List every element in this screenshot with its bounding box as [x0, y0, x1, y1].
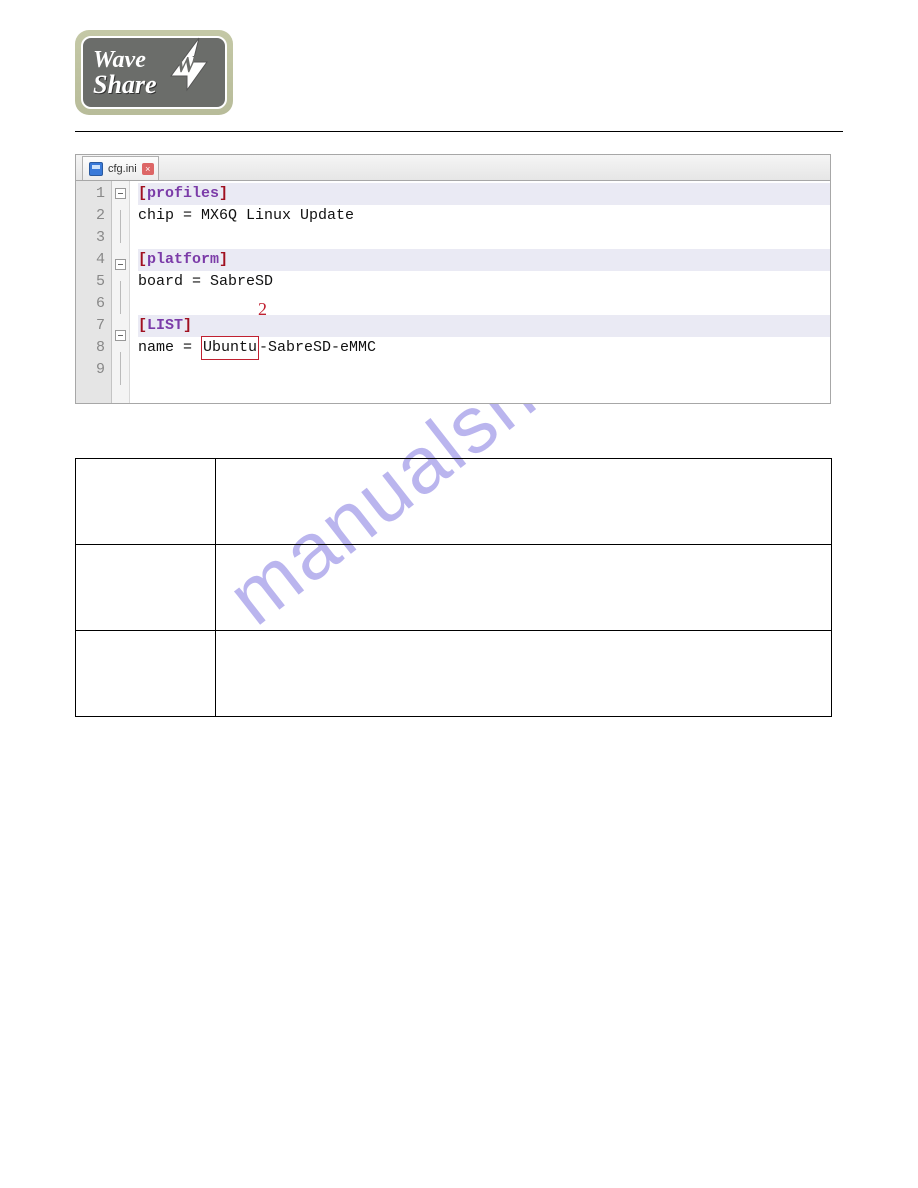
line-number: 8 [76, 337, 105, 359]
line-number: 2 [76, 205, 105, 227]
logo-inner: Wave Share W [81, 36, 227, 109]
code-line: [LIST] [138, 315, 830, 337]
table-cell [76, 545, 216, 631]
annotation-number-2: 2 [258, 298, 267, 320]
code-line: [platform] [138, 249, 830, 271]
editor-tabbar: cfg.ini × [76, 155, 830, 181]
highlighted-value: Ubuntu [201, 336, 259, 360]
table-row [76, 631, 832, 717]
save-icon [89, 162, 103, 176]
table-row [76, 459, 832, 545]
page-container: Wave Share W cfg.ini × 1 2 3 [0, 0, 918, 717]
code-line: chip = MX6Q Linux Update [138, 205, 830, 227]
table-row [76, 545, 832, 631]
logo-text-share: Share [93, 72, 157, 98]
line-number-gutter: 1 2 3 4 5 6 7 8 9 [76, 181, 112, 403]
fold-toggle-icon[interactable] [115, 259, 126, 270]
waveshare-logo: Wave Share W [75, 30, 233, 115]
line-number: 3 [76, 227, 105, 249]
table-cell [216, 631, 832, 717]
line-number: 9 [76, 359, 105, 381]
code-line [138, 359, 830, 381]
logo-text-wave: Wave [93, 48, 146, 72]
line-number: 7 [76, 315, 105, 337]
code-content[interactable]: 2 [profiles] chip = MX6Q Linux Update [p… [130, 181, 830, 403]
line-number: 4 [76, 249, 105, 271]
fold-column [112, 181, 130, 403]
table-cell [216, 545, 832, 631]
svg-text:W: W [175, 52, 198, 78]
header-divider [75, 131, 843, 132]
line-number: 6 [76, 293, 105, 315]
code-editor: cfg.ini × 1 2 3 4 5 6 7 8 9 [75, 154, 831, 404]
line-number: 1 [76, 183, 105, 205]
code-line [138, 293, 830, 315]
table-cell [76, 631, 216, 717]
code-line: [profiles] [138, 183, 830, 205]
fold-toggle-icon[interactable] [115, 188, 126, 199]
close-icon[interactable]: × [142, 163, 154, 175]
logo-arrow-icon: W [161, 32, 217, 98]
code-line: name = Ubuntu-SabreSD-eMMC [138, 337, 830, 359]
table-cell [76, 459, 216, 545]
line-number: 5 [76, 271, 105, 293]
tab-filename: cfg.ini [108, 163, 137, 175]
table-cell [216, 459, 832, 545]
fold-toggle-icon[interactable] [115, 330, 126, 341]
editor-tab[interactable]: cfg.ini × [82, 156, 159, 180]
code-line: board = SabreSD [138, 271, 830, 293]
info-table [75, 458, 832, 717]
code-area: 1 2 3 4 5 6 7 8 9 2 [76, 181, 830, 403]
code-line [138, 227, 830, 249]
